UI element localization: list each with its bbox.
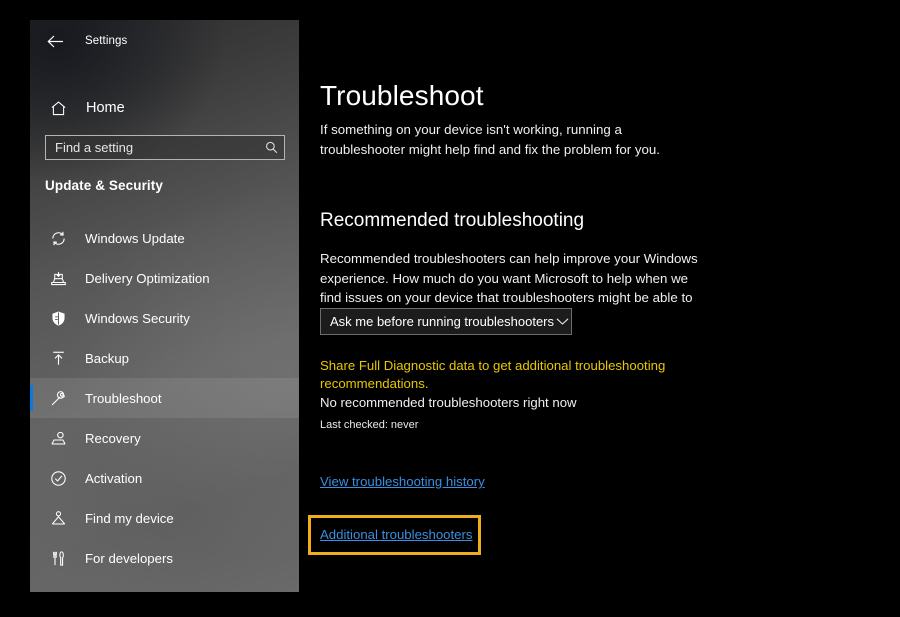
titlebar: Settings xyxy=(30,20,299,62)
additional-troubleshooters-link[interactable]: Additional troubleshooters xyxy=(320,527,473,542)
upload-arrow-icon xyxy=(44,350,72,367)
refresh-icon xyxy=(44,230,72,247)
chevron-down-icon xyxy=(554,317,571,326)
settings-sidebar: Settings Home Find a setting Update & Se… xyxy=(30,20,299,592)
sidebar-item-label: Windows Security xyxy=(85,310,190,326)
home-icon xyxy=(44,100,72,117)
shield-icon xyxy=(44,310,72,327)
wrench-icon xyxy=(44,390,72,407)
view-troubleshooting-history-link[interactable]: View troubleshooting history xyxy=(320,474,485,489)
search-icon[interactable] xyxy=(258,141,284,154)
recommended-troubleshooting-heading: Recommended troubleshooting xyxy=(320,210,585,231)
sidebar-item-windows-security[interactable]: Windows Security xyxy=(30,298,299,338)
main-content: Troubleshoot If something on your device… xyxy=(299,20,900,595)
back-arrow-icon[interactable] xyxy=(33,25,77,57)
sidebar-item-label: Delivery Optimization xyxy=(85,270,210,286)
page-title: Troubleshoot xyxy=(320,80,484,111)
no-recommended-troubleshooters-status: No recommended troubleshooters right now xyxy=(320,395,577,410)
sidebar-nav-list: Windows Update Delivery Optimization Win… xyxy=(30,218,299,592)
sidebar-item-label: Troubleshoot xyxy=(85,390,162,406)
sidebar-item-for-developers[interactable]: For developers xyxy=(30,538,299,578)
sidebar-item-windows-update[interactable]: Windows Update xyxy=(30,218,299,258)
sidebar-item-activation[interactable]: Activation xyxy=(30,458,299,498)
search-input-value: Find a setting xyxy=(55,140,134,155)
sidebar-item-home[interactable]: Home xyxy=(30,88,299,128)
page-intro-text: If something on your device isn't workin… xyxy=(320,122,661,157)
window-title: Settings xyxy=(85,35,128,47)
selection-accent-bar xyxy=(30,385,33,411)
sidebar-item-windows-insider-program[interactable]: Windows Insider Program xyxy=(30,578,299,592)
sidebar-item-backup[interactable]: Backup xyxy=(30,338,299,378)
insider-cat-icon xyxy=(44,590,72,592)
sidebar-item-find-my-device[interactable]: Find my device xyxy=(30,498,299,538)
sidebar-item-troubleshoot[interactable]: Troubleshoot xyxy=(30,378,299,418)
sidebar-item-label: For developers xyxy=(85,550,173,566)
sidebar-item-label: Activation xyxy=(85,470,143,486)
last-checked-status: Last checked: never xyxy=(320,419,419,431)
find-device-icon xyxy=(44,510,72,527)
settings-window: Settings Home Find a setting Update & Se… xyxy=(30,20,900,595)
sidebar-item-label: Recovery xyxy=(85,430,141,446)
recovery-icon xyxy=(44,430,72,447)
sidebar-item-label: Windows Update xyxy=(85,230,185,246)
search-input[interactable]: Find a setting xyxy=(45,135,285,160)
diagnostic-data-warning: Share Full Diagnostic data to get additi… xyxy=(320,358,666,391)
sidebar-item-label: Backup xyxy=(85,350,129,366)
sidebar-item-delivery-optimization[interactable]: Delivery Optimization xyxy=(30,258,299,298)
sidebar-item-recovery[interactable]: Recovery xyxy=(30,418,299,458)
delivery-icon xyxy=(44,270,72,287)
sidebar-item-label: Find my device xyxy=(85,510,174,526)
check-circle-icon xyxy=(44,470,72,487)
sidebar-item-label: Windows Insider Program xyxy=(85,591,236,593)
sidebar-home-label: Home xyxy=(86,100,125,116)
tools-icon xyxy=(44,550,72,567)
screenshot-root: Settings Home Find a setting Update & Se… xyxy=(0,0,900,617)
recommended-troubleshooting-dropdown[interactable]: Ask me before running troubleshooters xyxy=(320,308,572,335)
dropdown-selected-value: Ask me before running troubleshooters xyxy=(330,314,555,329)
sidebar-section-title: Update & Security xyxy=(45,178,163,193)
